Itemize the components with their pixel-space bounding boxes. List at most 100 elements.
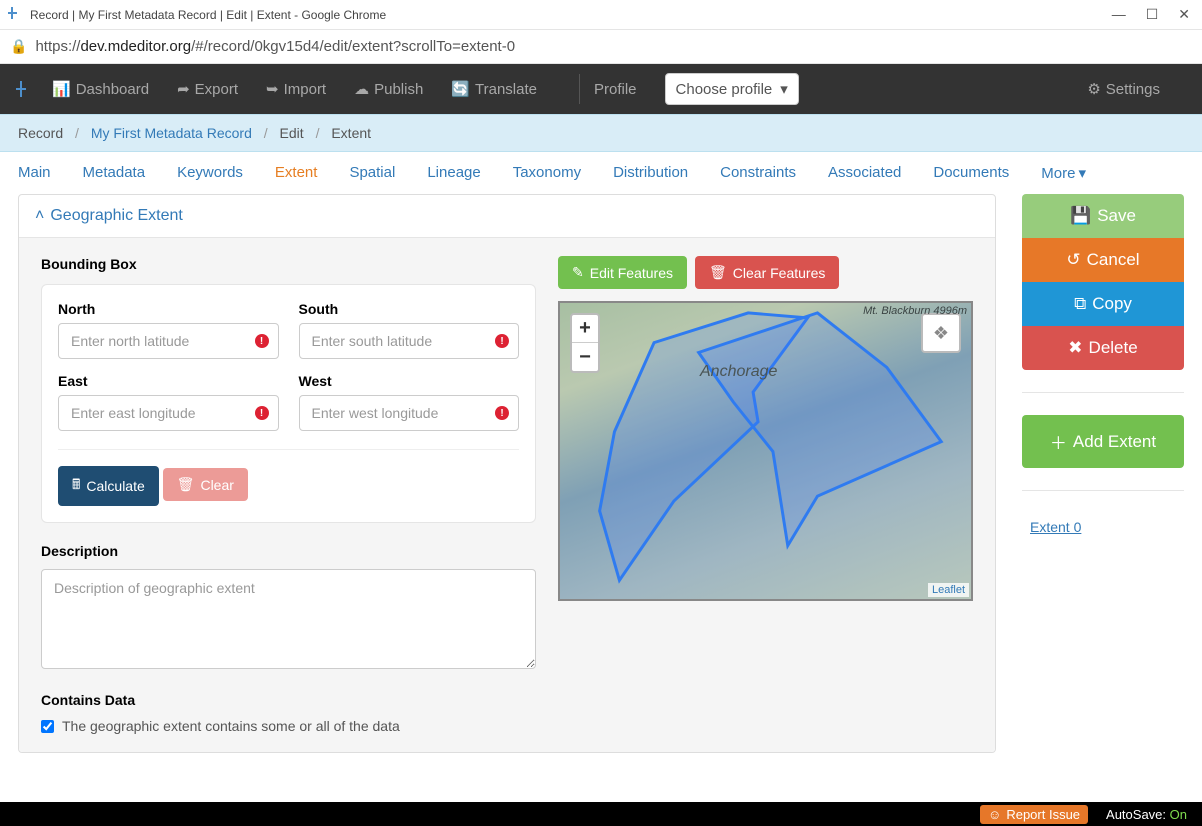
breadcrumb-edit: Edit	[280, 125, 304, 141]
trash-icon: 🗑	[709, 264, 727, 281]
browser-addressbar: 🔒 https://dev.mdeditor.org/#/record/0kgv…	[0, 30, 1202, 64]
nav-separator	[579, 74, 580, 104]
github-icon: ☺	[988, 807, 1001, 822]
autosave-status: AutoSave: On	[1106, 807, 1187, 822]
nav-import[interactable]: ➥Import	[266, 80, 326, 98]
trash-icon: 🗑	[177, 476, 195, 493]
tab-spatial[interactable]: Spatial	[349, 164, 395, 182]
profile-select-placeholder: Choose profile	[676, 81, 773, 98]
pencil-icon: ✎	[572, 264, 584, 281]
map-city-label: Anchorage	[700, 363, 777, 381]
cancel-button[interactable]: ↺ Cancel	[1022, 238, 1184, 282]
required-icon: !	[255, 406, 269, 420]
plus-icon: ＋	[1050, 429, 1067, 454]
north-input[interactable]	[58, 323, 279, 359]
clear-bbox-button[interactable]: 🗑 Clear	[163, 468, 248, 501]
tab-taxonomy[interactable]: Taxonomy	[513, 164, 581, 182]
calculator-icon: 🖩	[72, 474, 80, 498]
nav-publish[interactable]: ☁Publish	[354, 80, 423, 98]
map-corner-label: Mt. Blackburn 4996m	[863, 305, 967, 317]
leaflet-credit[interactable]: Leaflet	[928, 583, 969, 597]
dashboard-icon: 📊	[52, 80, 71, 98]
app-favicon	[8, 7, 24, 23]
tab-constraints[interactable]: Constraints	[720, 164, 796, 182]
status-footer: ☺ Report Issue AutoSave: On	[0, 802, 1202, 826]
south-label: South	[299, 301, 520, 317]
record-tabs: Main Metadata Keywords Extent Spatial Li…	[0, 152, 1202, 194]
required-icon: !	[495, 406, 509, 420]
description-label: Description	[41, 543, 536, 559]
extent-0-link[interactable]: Extent 0	[1022, 513, 1184, 541]
description-textarea[interactable]	[41, 569, 536, 669]
report-issue-button[interactable]: ☺ Report Issue	[980, 805, 1088, 824]
contains-data-label: Contains Data	[41, 692, 536, 708]
layers-icon: ❖	[933, 323, 949, 344]
delete-button[interactable]: ✖ Delete	[1022, 326, 1184, 370]
copy-button[interactable]: ⧉ Copy	[1022, 282, 1184, 326]
save-icon: 💾	[1070, 206, 1091, 226]
url-display[interactable]: https://dev.mdeditor.org/#/record/0kgv15…	[35, 38, 515, 55]
map-zoom-control: + −	[570, 313, 600, 373]
breadcrumb: Record / My First Metadata Record / Edit…	[0, 114, 1202, 152]
import-icon: ➥	[266, 80, 279, 98]
breadcrumb-title-link[interactable]: My First Metadata Record	[91, 125, 252, 141]
required-icon: !	[255, 334, 269, 348]
clear-features-button[interactable]: 🗑 Clear Features	[695, 256, 839, 289]
east-label: East	[58, 373, 279, 389]
maximize-button[interactable]: ☐	[1146, 6, 1159, 23]
tab-documents[interactable]: Documents	[933, 164, 1009, 182]
translate-icon: 🔄	[451, 80, 470, 98]
west-input[interactable]	[299, 395, 520, 431]
breadcrumb-section: Extent	[331, 125, 371, 141]
app-logo-icon[interactable]	[14, 79, 34, 99]
zoom-in-button[interactable]: +	[572, 315, 598, 343]
tab-keywords[interactable]: Keywords	[177, 164, 243, 182]
tab-associated[interactable]: Associated	[828, 164, 901, 182]
save-button[interactable]: 💾 Save	[1022, 194, 1184, 238]
window-titlebar: Record | My First Metadata Record | Edit…	[0, 0, 1202, 30]
undo-icon: ↺	[1066, 250, 1080, 270]
profile-select[interactable]: Choose profile ▾	[665, 73, 799, 105]
tab-extent[interactable]: Extent	[275, 164, 318, 182]
south-input[interactable]	[299, 323, 520, 359]
bounding-box-title: Bounding Box	[41, 256, 536, 272]
bounding-box-card: North ! South !	[41, 284, 536, 523]
nav-settings[interactable]: ⚙Settings	[1087, 80, 1160, 98]
close-icon: ✖	[1068, 338, 1082, 358]
minimize-button[interactable]: —	[1112, 6, 1126, 23]
contains-data-checkbox[interactable]	[41, 720, 54, 733]
extent-map[interactable]: + − ❖ Mt. Blackburn 4996m Anchorage Leaf…	[558, 301, 973, 601]
nav-dashboard[interactable]: 📊Dashboard	[52, 80, 149, 98]
gear-icon: ⚙	[1087, 80, 1100, 98]
publish-icon: ☁	[354, 80, 369, 98]
layers-button[interactable]: ❖	[921, 313, 961, 353]
breadcrumb-record: Record	[18, 125, 63, 141]
map-polygons	[560, 303, 971, 600]
chevron-down-icon: ▾	[780, 80, 788, 98]
east-input[interactable]	[58, 395, 279, 431]
nav-translate[interactable]: 🔄Translate	[451, 80, 537, 98]
edit-features-button[interactable]: ✎ Edit Features	[558, 256, 687, 289]
panel-toggle[interactable]: ˄ Geographic Extent	[19, 195, 995, 237]
tab-main[interactable]: Main	[18, 164, 51, 182]
caret-down-icon: ▾	[1078, 164, 1086, 182]
tab-distribution[interactable]: Distribution	[613, 164, 688, 182]
add-extent-button[interactable]: ＋ Add Extent	[1022, 415, 1184, 468]
north-label: North	[58, 301, 279, 317]
tab-lineage[interactable]: Lineage	[427, 164, 480, 182]
action-stack: 💾 Save ↺ Cancel ⧉ Copy ✖ Delete	[1022, 194, 1184, 370]
tab-metadata[interactable]: Metadata	[83, 164, 146, 182]
contains-data-text: The geographic extent contains some or a…	[62, 718, 400, 734]
window-controls: — ☐ ✕	[1112, 6, 1190, 23]
copy-icon: ⧉	[1074, 294, 1086, 314]
calculate-button[interactable]: 🖩 Calculate	[58, 466, 159, 506]
app-navbar: 📊Dashboard ➦Export ➥Import ☁Publish 🔄Tra…	[0, 64, 1202, 114]
close-window-button[interactable]: ✕	[1178, 6, 1190, 23]
nav-profile-label: Profile	[594, 81, 637, 98]
tab-more[interactable]: More▾	[1041, 164, 1086, 182]
window-title: Record | My First Metadata Record | Edit…	[30, 8, 1112, 22]
nav-export[interactable]: ➦Export	[177, 80, 238, 98]
chevron-up-icon: ˄	[35, 207, 44, 225]
zoom-out-button[interactable]: −	[572, 343, 598, 371]
west-label: West	[299, 373, 520, 389]
